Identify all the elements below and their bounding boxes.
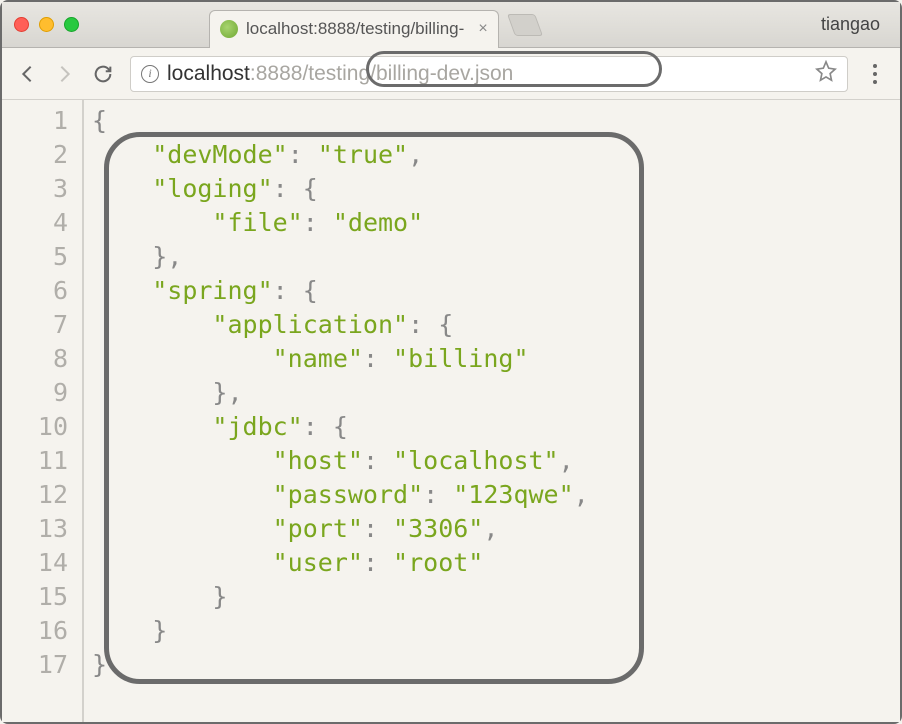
back-button[interactable] [16, 63, 38, 85]
url-path: /testing/billing-dev.json [302, 62, 513, 85]
code-line: { [92, 104, 589, 138]
line-number: 9 [6, 376, 68, 410]
browser-tab[interactable]: localhost:8888/testing/billing- × [209, 10, 499, 48]
line-number: 4 [6, 206, 68, 240]
reload-button[interactable] [92, 63, 114, 85]
line-number: 17 [6, 648, 68, 682]
code-line: "user": "root" [92, 546, 589, 580]
line-number: 15 [6, 580, 68, 614]
code-line: "password": "123qwe", [92, 478, 589, 512]
url-text: localhost:8888/testing/billing-dev.json [167, 62, 513, 86]
close-window-button[interactable] [14, 17, 29, 32]
maximize-window-button[interactable] [64, 17, 79, 32]
code-line: } [92, 580, 589, 614]
json-code[interactable]: { "devMode": "true", "loging": { "file":… [84, 100, 597, 722]
browser-toolbar: i localhost:8888/testing/billing-dev.jso… [2, 48, 900, 100]
line-number: 16 [6, 614, 68, 648]
line-number: 14 [6, 546, 68, 580]
site-info-icon[interactable]: i [141, 65, 159, 83]
profile-name[interactable]: tiangao [821, 14, 888, 35]
code-line: "devMode": "true", [92, 138, 589, 172]
url-port: :8888 [250, 62, 303, 85]
tab-title: localhost:8888/testing/billing- [246, 19, 464, 39]
code-line: "spring": { [92, 274, 589, 308]
address-bar[interactable]: i localhost:8888/testing/billing-dev.jso… [130, 56, 848, 92]
code-line: } [92, 648, 589, 682]
bookmark-star-icon[interactable] [815, 60, 837, 87]
line-number: 11 [6, 444, 68, 478]
minimize-window-button[interactable] [39, 17, 54, 32]
url-host: localhost [167, 62, 250, 85]
new-tab-button[interactable] [507, 14, 543, 36]
code-line: }, [92, 376, 589, 410]
line-number: 5 [6, 240, 68, 274]
window-controls [14, 17, 79, 32]
code-line: "port": "3306", [92, 512, 589, 546]
code-line: "application": { [92, 308, 589, 342]
code-line: "host": "localhost", [92, 444, 589, 478]
chrome-menu-button[interactable] [864, 64, 886, 84]
line-number-gutter: 1234567891011121314151617 [2, 100, 84, 722]
code-line: } [92, 614, 589, 648]
line-number: 13 [6, 512, 68, 546]
page-content: 1234567891011121314151617 { "devMode": "… [2, 100, 900, 722]
code-line: "file": "demo" [92, 206, 589, 240]
code-line: "name": "billing" [92, 342, 589, 376]
line-number: 8 [6, 342, 68, 376]
close-tab-icon[interactable]: × [478, 20, 487, 38]
forward-button[interactable] [54, 63, 76, 85]
browser-titlebar: localhost:8888/testing/billing- × tianga… [2, 2, 900, 48]
line-number: 12 [6, 478, 68, 512]
line-number: 10 [6, 410, 68, 444]
line-number: 3 [6, 172, 68, 206]
line-number: 2 [6, 138, 68, 172]
spring-leaf-icon [220, 20, 238, 38]
line-number: 1 [6, 104, 68, 138]
line-number: 7 [6, 308, 68, 342]
code-line: }, [92, 240, 589, 274]
code-line: "jdbc": { [92, 410, 589, 444]
code-line: "loging": { [92, 172, 589, 206]
line-number: 6 [6, 274, 68, 308]
